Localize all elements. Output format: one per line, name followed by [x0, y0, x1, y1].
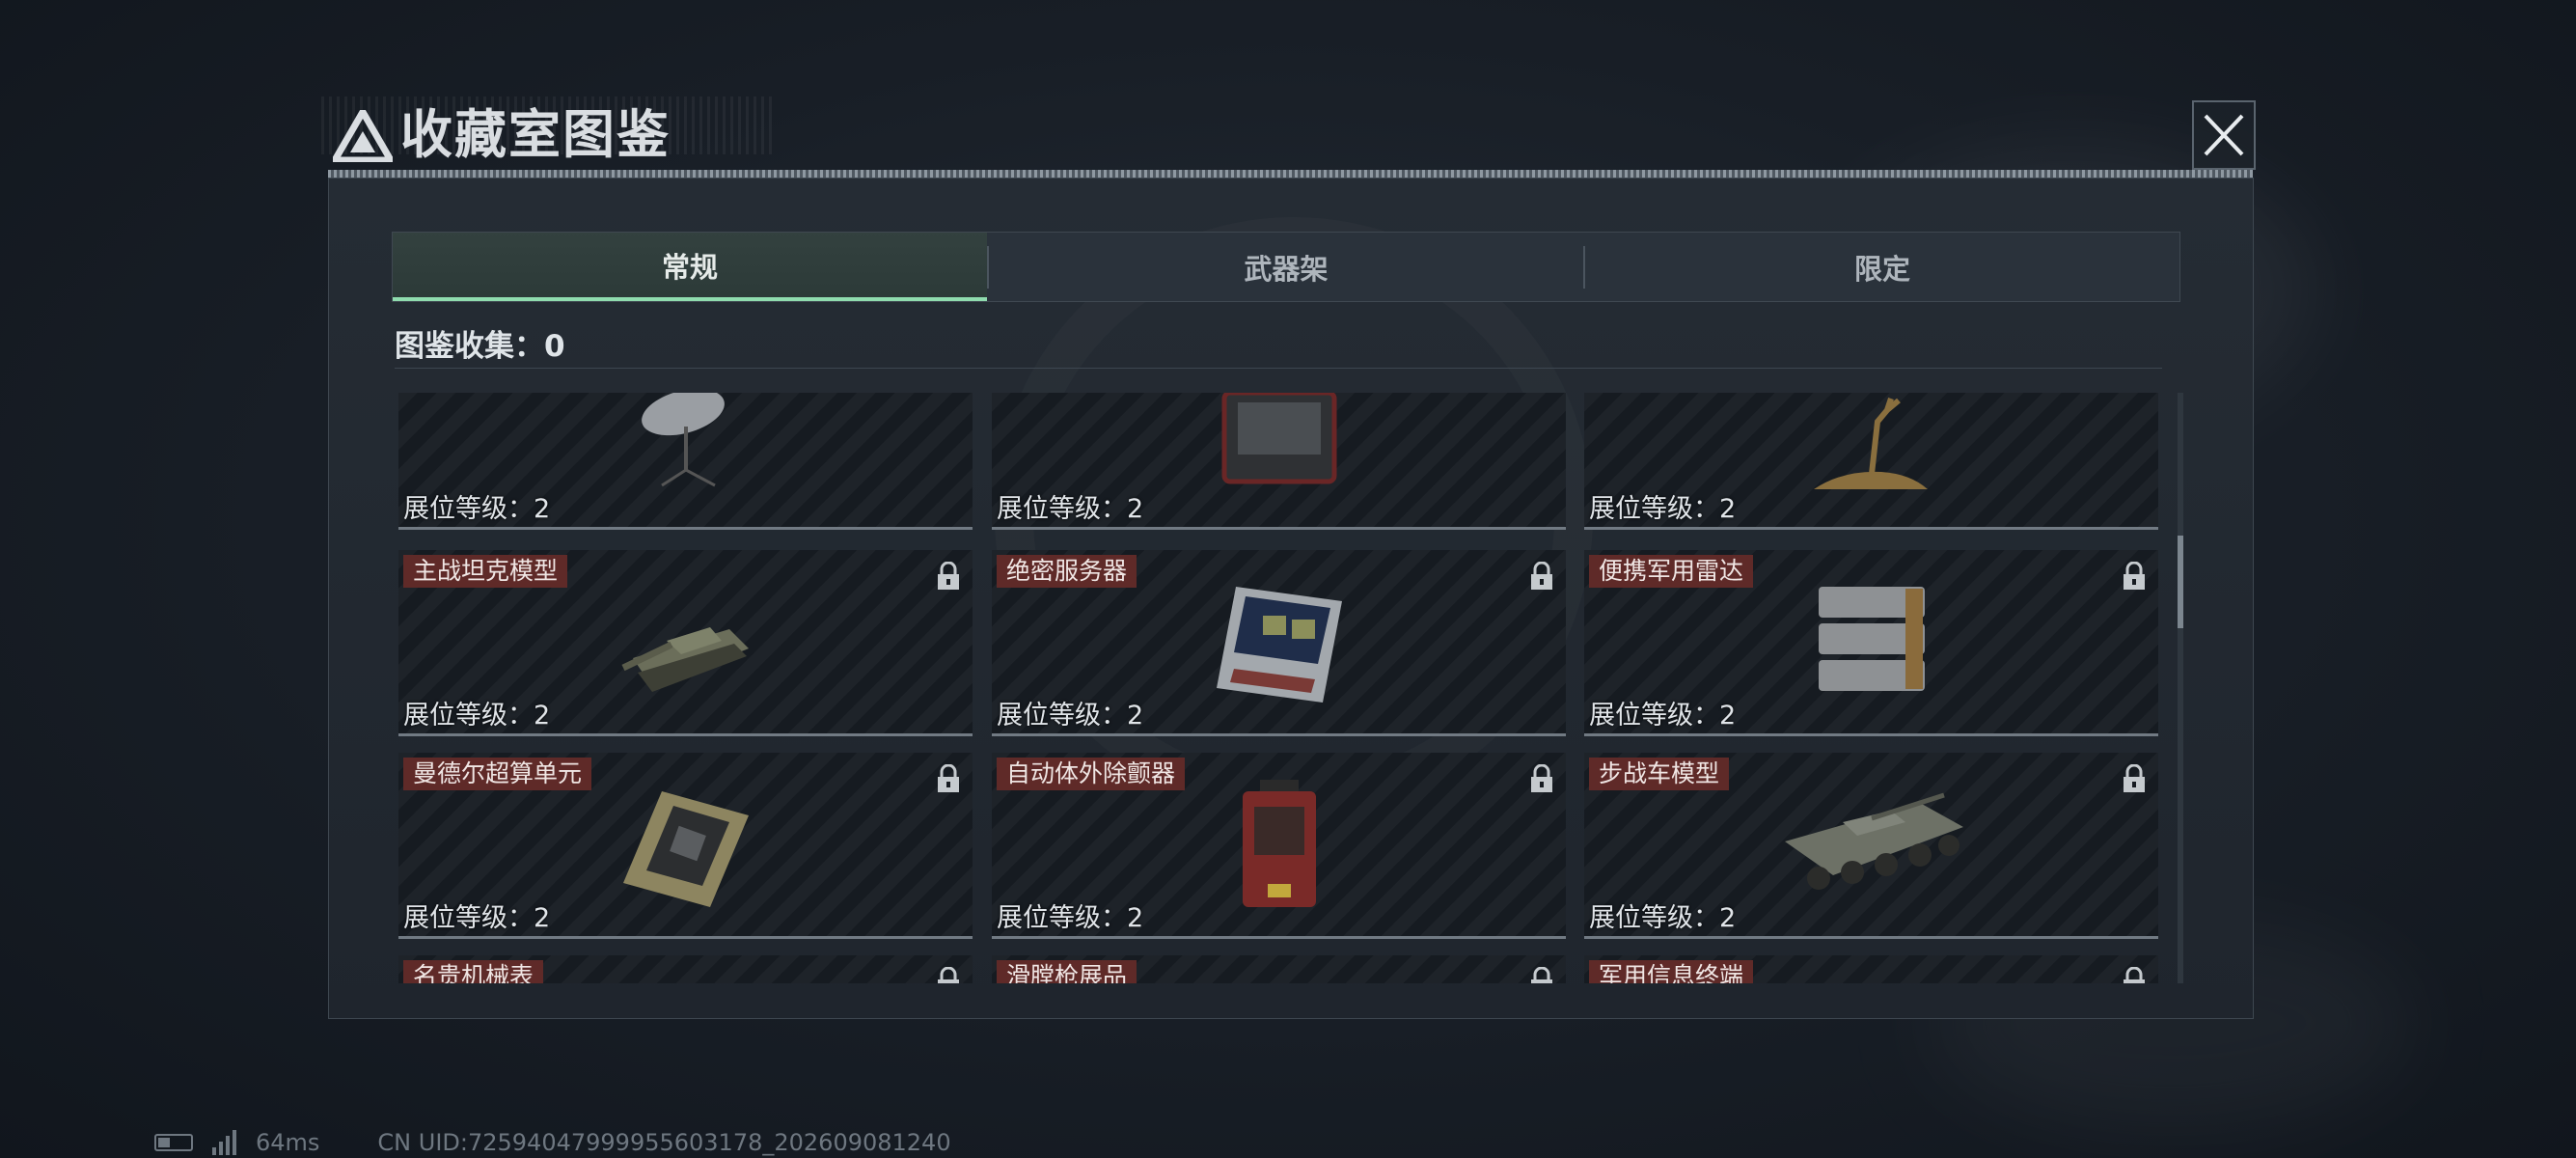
close-button[interactable] — [2192, 100, 2256, 170]
booth-level: 展位等级：2 — [403, 701, 551, 731]
item-name: 军用信息终端 — [1589, 960, 1754, 983]
close-icon — [2204, 114, 2244, 156]
window-title: 收藏室图鉴 — [400, 104, 671, 165]
lock-icon — [1531, 764, 1552, 792]
item-name: 自动体外除颤器 — [997, 758, 1186, 790]
collection-card[interactable]: 主战坦克模型 展位等级：2 — [398, 550, 973, 736]
lock-icon — [1531, 967, 1552, 983]
tab-weapon-rack[interactable]: 武器架 — [989, 233, 1583, 301]
item-name: 曼德尔超算单元 — [403, 758, 592, 790]
item-name: 绝密服务器 — [997, 555, 1137, 588]
ping-text: 64ms — [256, 1129, 320, 1156]
defibrillator-icon — [1242, 780, 1316, 907]
tab-regular[interactable]: 常规 — [393, 233, 987, 301]
collection-card[interactable]: 步战车模型 展位等级：2 — [1584, 753, 2158, 939]
battery-icon — [154, 1134, 193, 1151]
ifv-icon — [1784, 792, 1963, 890]
collection-card[interactable]: 便携军用雷达 展位等级：2 — [1584, 550, 2158, 736]
radar-icon — [1818, 587, 1925, 691]
collection-logo-icon — [333, 110, 393, 162]
lock-icon — [938, 562, 959, 590]
tab-limited[interactable]: 限定 — [1585, 233, 2179, 301]
booth-level: 展位等级：2 — [1589, 494, 1737, 524]
tab-label: 限定 — [1853, 252, 1910, 286]
lock-icon — [2124, 764, 2145, 792]
collection-card[interactable]: 曼德尔超算单元 展位等级：2 — [398, 753, 973, 939]
item-name: 名贵机械表 — [403, 960, 544, 983]
booth-level: 展位等级：2 — [403, 903, 551, 933]
collection-card[interactable]: 绝密服务器 展位等级：2 — [992, 550, 1566, 736]
collection-count: 图鉴收集：0 — [395, 329, 565, 364]
scrollbar[interactable] — [2178, 393, 2183, 983]
item-name: 步战车模型 — [1589, 758, 1730, 790]
device-case-icon — [1221, 393, 1336, 484]
tab-label: 武器架 — [1244, 252, 1329, 286]
collection-card[interactable]: 展位等级：2 — [992, 393, 1566, 530]
collection-card[interactable]: 滑膛枪展品 — [992, 955, 1566, 983]
booth-level: 展位等级：2 — [997, 903, 1144, 933]
lock-icon — [1531, 562, 1552, 590]
booth-level: 展位等级：2 — [997, 494, 1144, 524]
title-bar: 收藏室图鉴 — [321, 96, 2256, 174]
deer-statue-icon — [1813, 398, 1928, 489]
title-underline — [328, 170, 2253, 178]
collection-card[interactable]: 展位等级：2 — [1584, 393, 2158, 530]
server-icon — [1216, 587, 1342, 703]
booth-level: 展位等级：2 — [1589, 903, 1737, 933]
category-tabs: 常规 武器架 限定 — [392, 232, 2180, 302]
lock-icon — [2124, 562, 2145, 590]
tab-label: 常规 — [661, 250, 718, 284]
satellite-dish-icon — [641, 393, 725, 487]
lock-icon — [2124, 967, 2145, 983]
item-name: 便携军用雷达 — [1589, 555, 1754, 588]
item-name: 滑膛枪展品 — [997, 960, 1137, 983]
status-bar: 64ms CN UID:7259404799995560317​8_202609… — [154, 1129, 951, 1156]
collection-card[interactable]: 展位等级：2 — [398, 393, 973, 530]
collection-card[interactable]: 名贵机械表 — [398, 955, 973, 983]
item-name: 主战坦克模型 — [403, 555, 568, 588]
uid-text: CN UID:7259404799995560317​8_20260908124… — [377, 1129, 951, 1156]
collection-panel: 常规 武器架 限定 图鉴收集：0 展位等级：2 展位等级：2 展位等级：2 主战… — [328, 178, 2254, 1019]
divider — [395, 368, 2162, 369]
collection-card[interactable]: 自动体外除颤器 展位等级：2 — [992, 753, 1566, 939]
booth-level: 展位等级：2 — [997, 701, 1144, 731]
compute-unit-icon — [622, 791, 749, 907]
lock-icon — [938, 764, 959, 792]
tank-icon — [620, 627, 749, 692]
booth-level: 展位等级：2 — [1589, 701, 1737, 731]
signal-icon — [212, 1130, 236, 1155]
collection-card[interactable]: 军用信息终端 — [1584, 955, 2158, 983]
lock-icon — [938, 967, 959, 983]
scrollbar-thumb[interactable] — [2178, 536, 2183, 628]
item-grid[interactable]: 展位等级：2 展位等级：2 展位等级：2 主战坦克模型 展位等级：2 绝密服务器… — [398, 393, 2179, 983]
booth-level: 展位等级：2 — [403, 494, 551, 524]
